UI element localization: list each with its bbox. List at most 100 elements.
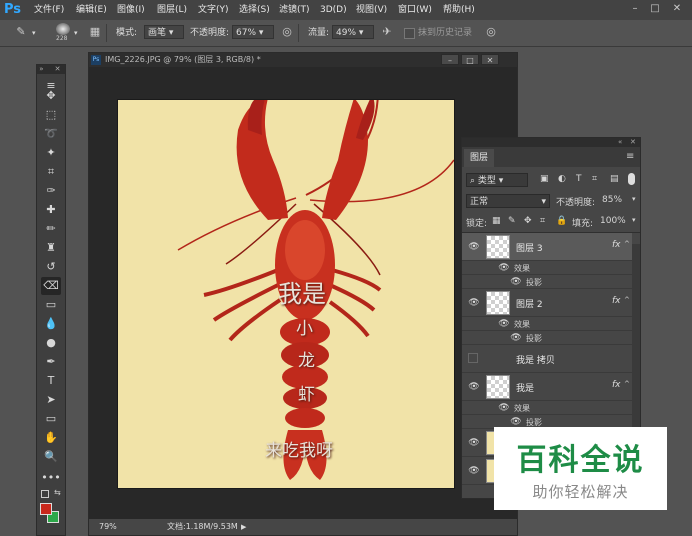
- lock-all-icon[interactable]: 🔒: [556, 216, 567, 226]
- doc-maximize-button[interactable]: □: [461, 54, 479, 65]
- effects-eye-icon[interactable]: 👁: [498, 402, 510, 414]
- fx-icon[interactable]: fx: [612, 380, 621, 390]
- layer-row-copy[interactable]: 我是 拷贝: [462, 345, 632, 373]
- pressure-opacity-icon[interactable]: ◎: [280, 25, 294, 39]
- doc-minimize-button[interactable]: –: [441, 54, 459, 65]
- history-checkbox[interactable]: [404, 28, 415, 39]
- mode-select[interactable]: 画笔 ▾: [144, 25, 184, 39]
- more-tools-icon[interactable]: •••: [41, 469, 61, 487]
- lock-transparent-icon[interactable]: ▦: [492, 216, 501, 226]
- airbrush-icon[interactable]: ✈: [380, 25, 394, 39]
- filter-adjustment-icon[interactable]: ◐: [558, 174, 566, 184]
- visibility-eye-icon[interactable]: 👁: [468, 465, 480, 477]
- eraser-tool-icon[interactable]: ✎: [14, 25, 28, 39]
- visibility-eye-icon[interactable]: 👁: [468, 437, 480, 449]
- default-colors-icon[interactable]: [41, 490, 49, 498]
- menu-3d[interactable]: 3D(D): [320, 0, 347, 20]
- lock-artboard-icon[interactable]: ⌗: [540, 216, 545, 226]
- zoom-tool-icon[interactable]: 🔍: [41, 448, 61, 466]
- visibility-eye-icon[interactable]: 👁: [468, 297, 480, 309]
- fx-icon[interactable]: fx: [612, 240, 621, 250]
- crop-tool-icon[interactable]: ⌗: [41, 163, 61, 181]
- canvas-area[interactable]: 我是 小 龙 虾 来吃我呀: [89, 67, 517, 519]
- expand-chevron-icon[interactable]: ^: [624, 240, 630, 248]
- eraser-tool-icon[interactable]: ⌫: [41, 277, 61, 295]
- panel-menu-icon[interactable]: ≡: [626, 151, 634, 162]
- opacity-input[interactable]: 67% ▾: [232, 25, 274, 39]
- menu-layer[interactable]: 图层(L): [157, 0, 187, 20]
- eyedropper-tool-icon[interactable]: ✑: [41, 182, 61, 200]
- expand-chevron-icon[interactable]: ^: [624, 380, 630, 388]
- close-icon[interactable]: ✕: [670, 2, 684, 16]
- swap-colors-icon[interactable]: ⇆: [54, 488, 61, 497]
- healing-brush-icon[interactable]: ✚: [41, 201, 61, 219]
- visibility-eye-icon[interactable]: 👁: [468, 241, 480, 253]
- dodge-tool-icon[interactable]: ●: [41, 334, 61, 352]
- menu-filter[interactable]: 滤镜(T): [279, 0, 310, 20]
- document-tab[interactable]: Ps IMG_2226.JPG @ 79% (图层 3, RGB/8) * – …: [89, 53, 517, 67]
- pen-tool-icon[interactable]: ✒: [41, 353, 61, 371]
- fill-value[interactable]: 100%: [600, 216, 626, 226]
- effect-eye-icon[interactable]: 👁: [510, 276, 522, 288]
- artboard[interactable]: 我是 小 龙 虾 来吃我呀: [118, 100, 454, 488]
- tab-layers[interactable]: 图层: [464, 149, 495, 167]
- doc-close-button[interactable]: ✕: [481, 54, 499, 65]
- type-tool-icon[interactable]: T: [41, 372, 61, 390]
- menu-window[interactable]: 窗口(W): [398, 0, 432, 20]
- menu-image[interactable]: 图像(I): [117, 0, 145, 20]
- panel-header: «✕: [462, 138, 640, 147]
- hand-tool-icon[interactable]: ✋: [41, 429, 61, 447]
- minimize-icon[interactable]: –: [628, 2, 642, 16]
- marquee-tool-icon[interactable]: ⬚: [41, 106, 61, 124]
- layer-filter-select[interactable]: ⌕ 类型 ▾: [466, 173, 528, 187]
- filter-type-icon[interactable]: T: [576, 174, 582, 184]
- brush-tool-icon[interactable]: ✏: [41, 220, 61, 238]
- menu-view[interactable]: 视图(V): [356, 0, 387, 20]
- blend-mode-select[interactable]: 正常 ▾: [466, 194, 550, 208]
- visibility-empty-box[interactable]: [468, 353, 478, 363]
- move-tool-icon[interactable]: ✥: [41, 87, 61, 105]
- brush-preview-icon[interactable]: [56, 23, 70, 35]
- expand-chevron-icon[interactable]: ^: [624, 296, 630, 304]
- effects-eye-icon[interactable]: 👁: [498, 262, 510, 274]
- layer-row-text[interactable]: 👁 我是 fx ^: [462, 373, 632, 401]
- gradient-tool-icon[interactable]: ▭: [41, 296, 61, 314]
- layer-row-3[interactable]: 👁 图层 3 fx ^: [462, 233, 632, 261]
- fill-dropdown-icon[interactable]: ▾: [632, 216, 636, 224]
- dropdown-arrow-icon[interactable]: ▾: [32, 20, 36, 46]
- flow-input[interactable]: 49% ▾: [332, 25, 374, 39]
- visibility-eye-icon[interactable]: 👁: [468, 381, 480, 393]
- clone-stamp-icon[interactable]: ♜: [41, 239, 61, 257]
- filter-smart-icon[interactable]: ▤: [610, 174, 619, 184]
- brush-panel-icon[interactable]: ▦: [88, 25, 102, 39]
- menu-help[interactable]: 帮助(H): [443, 0, 475, 20]
- lock-position-icon[interactable]: ✥: [524, 216, 532, 226]
- lock-pixels-icon[interactable]: ✎: [508, 216, 516, 226]
- magic-wand-icon[interactable]: ✦: [41, 144, 61, 162]
- history-brush-icon[interactable]: ↺: [41, 258, 61, 276]
- layer-opacity-value[interactable]: 85%: [602, 195, 622, 205]
- zoom-level[interactable]: 79%: [99, 519, 117, 535]
- effect-eye-icon[interactable]: 👁: [510, 332, 522, 344]
- menu-select[interactable]: 选择(S): [239, 0, 270, 20]
- doc-info-arrow-icon[interactable]: ▶: [241, 519, 246, 535]
- opacity-dropdown-icon[interactable]: ▾: [632, 195, 636, 203]
- layer-row-2[interactable]: 👁 图层 2 fx ^: [462, 289, 632, 317]
- filter-pixel-icon[interactable]: ▣: [540, 174, 549, 184]
- foreground-color-swatch[interactable]: [40, 503, 52, 515]
- filter-toggle[interactable]: [628, 173, 635, 185]
- menu-file[interactable]: 文件(F): [34, 0, 64, 20]
- shape-tool-icon[interactable]: ▭: [41, 410, 61, 428]
- lasso-tool-icon[interactable]: ➰: [41, 125, 61, 143]
- effects-eye-icon[interactable]: 👁: [498, 318, 510, 330]
- blur-tool-icon[interactable]: 💧: [41, 315, 61, 333]
- pressure-size-icon[interactable]: ◎: [484, 25, 498, 39]
- menu-type[interactable]: 文字(Y): [198, 0, 229, 20]
- brush-dropdown-icon[interactable]: ▾: [74, 20, 78, 46]
- panel-tab-row: 图层 ≡: [462, 147, 640, 167]
- menu-edit[interactable]: 编辑(E): [76, 0, 107, 20]
- path-select-icon[interactable]: ➤: [41, 391, 61, 409]
- filter-shape-icon[interactable]: ⌗: [592, 174, 597, 184]
- maximize-icon[interactable]: □: [648, 2, 662, 16]
- fx-icon[interactable]: fx: [612, 296, 621, 306]
